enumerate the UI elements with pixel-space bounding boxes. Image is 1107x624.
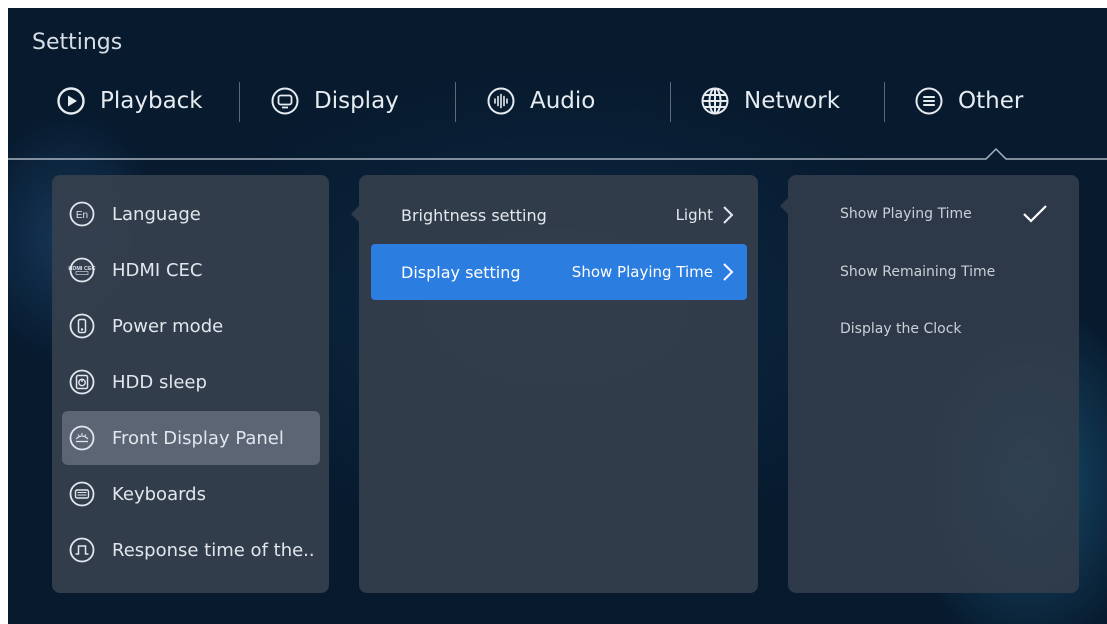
tab-network[interactable]: Network bbox=[700, 86, 840, 116]
tab-label: Audio bbox=[530, 88, 596, 114]
sidebar-item-keyboards[interactable]: Keyboards bbox=[62, 467, 320, 521]
tab-label: Display bbox=[314, 88, 399, 114]
sidebar-item-label: Front Display Panel bbox=[112, 427, 284, 449]
sidebar-item-hdd-sleep[interactable]: HDD sleep bbox=[62, 355, 320, 409]
menu-circle-icon bbox=[914, 86, 944, 116]
sidebar-item-label: Language bbox=[112, 203, 201, 225]
keyboard-icon bbox=[68, 480, 96, 508]
language-icon: En bbox=[68, 200, 96, 228]
tab-label: Network bbox=[744, 88, 841, 114]
page-title: Settings bbox=[32, 30, 123, 55]
tab-label: Playback bbox=[100, 88, 203, 114]
panel-pointer bbox=[351, 206, 359, 222]
tab-divider bbox=[8, 147, 1107, 160]
sidebar-item-hdmi-cec[interactable]: HDMI CEC HDMI CEC bbox=[62, 243, 320, 297]
option-list: Show Playing Time Show Remaining Time Di… bbox=[788, 175, 1079, 593]
sidebar-item-label: HDMI CEC bbox=[112, 259, 203, 281]
sidebar-item-power-mode[interactable]: Power mode bbox=[62, 299, 320, 353]
option-show-remaining-time[interactable]: Show Remaining Time bbox=[840, 264, 995, 280]
tab-other[interactable]: Other bbox=[914, 86, 1023, 116]
sidebar-item-language[interactable]: En Language bbox=[62, 187, 320, 241]
hdmi-cec-icon: HDMI CEC bbox=[68, 256, 96, 284]
category-list: En Language HDMI CEC HDMI CEC Power mode… bbox=[52, 175, 329, 593]
display-setting-row[interactable]: Display setting Show Playing Time bbox=[371, 244, 747, 300]
tab-separator bbox=[239, 82, 240, 122]
globe-icon bbox=[700, 86, 730, 116]
sidebar-item-label: Response time of the.. bbox=[112, 539, 315, 561]
tab-separator bbox=[884, 82, 885, 122]
sidebar-item-label: HDD sleep bbox=[112, 371, 207, 393]
monitor-icon bbox=[270, 86, 300, 116]
sidebar-item-front-display-panel[interactable]: Front Display Panel bbox=[62, 411, 320, 465]
top-tab-bar: Playback Display Audio Network Other bbox=[8, 78, 1107, 124]
chevron-right-icon bbox=[723, 263, 734, 281]
response-time-icon bbox=[68, 536, 96, 564]
language-icon-text: En bbox=[76, 210, 88, 221]
tab-audio[interactable]: Audio bbox=[486, 86, 595, 116]
hdd-sleep-icon bbox=[68, 368, 96, 396]
tab-label: Other bbox=[958, 88, 1024, 114]
tab-separator bbox=[455, 82, 456, 122]
setting-value: Light bbox=[675, 206, 713, 224]
brightness-setting-row[interactable]: Brightness setting Light bbox=[371, 187, 747, 243]
power-mode-icon bbox=[68, 312, 96, 340]
front-display-icon bbox=[68, 424, 96, 452]
settings-screen: Settings Playback Display Audio Network … bbox=[8, 8, 1107, 624]
setting-label: Brightness setting bbox=[401, 205, 547, 225]
tab-playback[interactable]: Playback bbox=[56, 86, 203, 116]
tab-separator bbox=[670, 82, 671, 122]
audio-wave-icon bbox=[486, 86, 516, 116]
option-show-playing-time[interactable]: Show Playing Time bbox=[840, 206, 972, 222]
setting-list: Brightness setting Light Display setting… bbox=[359, 175, 758, 593]
panel-pointer bbox=[780, 198, 788, 214]
setting-value: Show Playing Time bbox=[571, 263, 713, 281]
chevron-right-icon bbox=[723, 206, 734, 224]
setting-label: Display setting bbox=[401, 262, 521, 282]
hdmi-cec-icon-text: HDMI CEC bbox=[68, 266, 95, 272]
play-circle-icon bbox=[56, 86, 86, 116]
sidebar-item-response-time[interactable]: Response time of the.. bbox=[62, 523, 320, 577]
sidebar-item-label: Keyboards bbox=[112, 483, 206, 505]
checkmark-icon bbox=[1023, 205, 1047, 223]
option-display-the-clock[interactable]: Display the Clock bbox=[840, 321, 962, 337]
sidebar-item-label: Power mode bbox=[112, 315, 224, 337]
tab-display[interactable]: Display bbox=[270, 86, 399, 116]
